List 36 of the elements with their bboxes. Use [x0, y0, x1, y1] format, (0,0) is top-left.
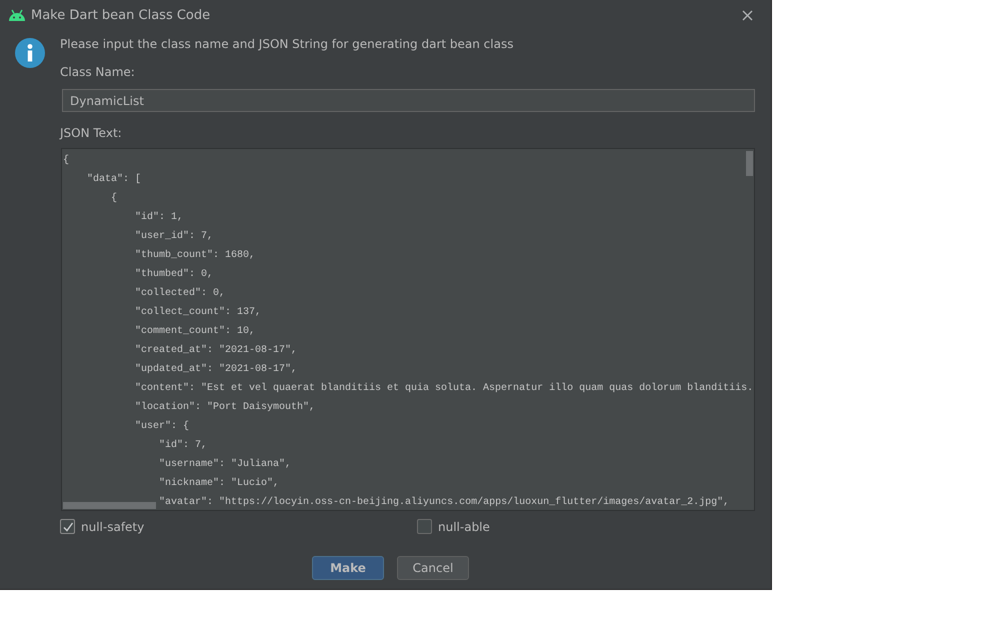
code-line: "location": "Port Daisymouth", — [135, 402, 316, 413]
field-label: JSON Text: — [60, 125, 123, 141]
code-line: "content": "Est et vel quaerat blanditiis et quia soluta. Aspernatur illo quam quas dolorum blanditiis. — [135, 383, 754, 394]
close-icon[interactable] — [742, 10, 753, 20]
message-text: Please input the class name and JSON String for generating dart bean class — [60, 36, 514, 52]
code-line: "updated_at": "2021-08-17", — [135, 364, 298, 375]
checkbox[interactable] — [60, 519, 75, 534]
code-line: "avatar": "https://locyin.oss-cn-beijing.aliyuncs.com/apps/luoxun_flutter/images/avatar_2.jpg", — [159, 497, 730, 508]
code-line: "thumbed": 0, — [135, 269, 214, 280]
code-line: "collected": 0, — [135, 288, 226, 299]
code-line: "user_id": 7, — [135, 231, 214, 242]
code-line: "thumb_count": 1680, — [135, 250, 256, 261]
class-name-field[interactable]: DynamicList — [62, 89, 755, 112]
make-button[interactable]: Make — [312, 556, 384, 580]
code-line: "username": "Juliana", — [159, 459, 292, 470]
checkbox-label: null-safety — [81, 520, 144, 534]
json-text-area[interactable] — [61, 148, 755, 511]
code-line: "id": 7, — [159, 440, 208, 451]
code-line: "nickname": "Lucio", — [159, 478, 280, 489]
window-title: Make Dart bean Class Code — [31, 8, 212, 22]
code-line: "data": [ — [87, 174, 142, 185]
info-icon — [15, 38, 45, 68]
field-label: Class Name: — [60, 64, 136, 80]
code-line: { — [111, 193, 118, 204]
cancel-button[interactable]: Cancel — [397, 556, 469, 580]
checkbox-label: null-able — [438, 520, 490, 534]
code-line: "created_at": "2021-08-17", — [135, 345, 298, 356]
scrollbar-thumb[interactable] — [746, 151, 753, 176]
checkbox[interactable] — [417, 519, 432, 534]
android-icon — [8, 9, 26, 21]
code-line: "user": { — [135, 421, 190, 432]
code-line: "id": 1, — [135, 212, 184, 223]
code-line: "collect_count": 137, — [135, 307, 262, 318]
code-line: { — [63, 155, 70, 166]
scrollbar-thumb[interactable] — [63, 502, 156, 509]
code-line: "comment_count": 10, — [135, 326, 256, 337]
